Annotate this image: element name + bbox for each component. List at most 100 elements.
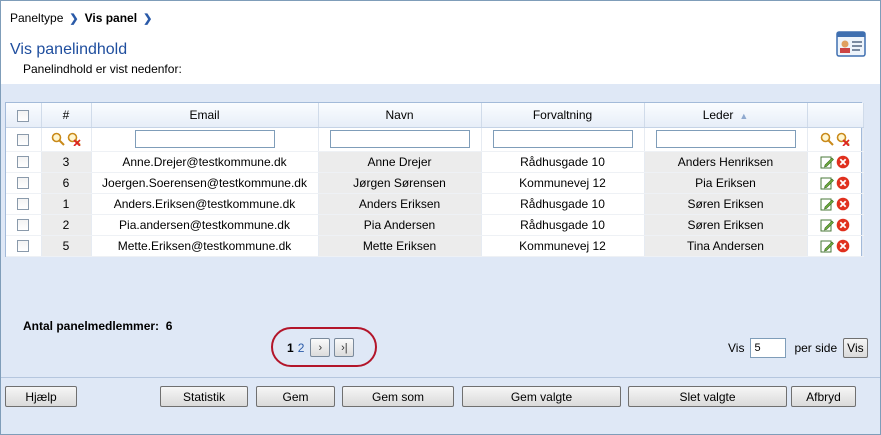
last-page-button[interactable]: ›| (334, 338, 355, 357)
help-button[interactable]: Hjælp (5, 386, 77, 407)
chevron-right-icon: › (318, 341, 323, 354)
grid-header-row: # Email Navn Forvaltning Leder ▲ (6, 103, 864, 128)
breadcrumb: Paneltype ❯ Vis panel ❯ (10, 11, 152, 25)
table-row[interactable]: 6 Joergen.Soerensen@testkommune.dk Jørgen … (6, 172, 864, 194)
breadcrumb-item-vis-panel: Vis panel (84, 11, 138, 25)
per-page-control: Vis per side Vis (728, 338, 868, 358)
row-forvaltning: Rådhusgade 10 (481, 193, 645, 215)
table-row[interactable]: 3 Anne.Drejer@testkommune.dk Anne Drejer Rå… (6, 151, 864, 173)
clear-filter-icon[interactable] (67, 132, 81, 147)
table-row[interactable]: 2 Pia.andersen@testkommune.dk Pia Andersen… (6, 214, 864, 236)
row-navn: Anne Drejer (318, 151, 482, 173)
delete-icon[interactable] (836, 218, 850, 232)
search-icon[interactable] (51, 132, 65, 147)
select-all-cell (6, 103, 42, 128)
delete-icon[interactable] (836, 197, 850, 211)
row-navn: Mette Eriksen (318, 235, 482, 257)
chevron-right-icon: ❯ (69, 12, 79, 25)
row-forvaltning: Kommunevej 12 (481, 235, 645, 257)
column-header-navn[interactable]: Navn (318, 103, 482, 128)
table-row[interactable]: 1 Anders.Eriksen@testkommune.dk Anders Eri… (6, 193, 864, 215)
row-email: Anders.Eriksen@testkommune.dk (91, 193, 319, 215)
row-actions (807, 172, 864, 194)
row-checkbox[interactable] (17, 198, 30, 211)
save-button[interactable]: Gem (256, 386, 335, 407)
page-subtitle: Panelindhold er vist nedenfor: (23, 62, 182, 76)
row-email: Pia.andersen@testkommune.dk (91, 214, 319, 236)
row-id: 1 (41, 193, 92, 215)
filter-forvaltning-input[interactable] (492, 130, 633, 148)
column-header-id[interactable]: # (41, 103, 92, 128)
button-bar: Hjælp Statistik Gem Gem som Gem valgte S… (1, 377, 880, 407)
row-checkbox[interactable] (17, 219, 30, 232)
panel-grid: # Email Navn Forvaltning Leder ▲ 3 Anne.… (5, 102, 864, 257)
cancel-button[interactable]: Afbryd (791, 386, 856, 407)
column-header-email[interactable]: Email (91, 103, 319, 128)
filter-row (6, 127, 864, 152)
per-page-suffix: per side (794, 341, 838, 355)
statistics-button[interactable]: Statistik (160, 386, 248, 407)
column-header-leder-cell[interactable]: Leder ▲ (644, 103, 808, 128)
row-email: Anne.Drejer@testkommune.dk (91, 151, 319, 173)
member-count-label: Antal panelmedlemmer: (23, 319, 160, 333)
row-actions (807, 235, 864, 257)
breadcrumb-item-paneltype[interactable]: Paneltype (10, 11, 63, 25)
row-id: 5 (41, 235, 92, 257)
row-leder: Søren Eriksen (644, 214, 808, 236)
row-id: 6 (41, 172, 92, 194)
chevron-right-icon: ❯ (143, 12, 153, 25)
header-panel: Paneltype ❯ Vis panel ❯ Vis panelindhold… (1, 1, 880, 84)
page-title: Vis panelindhold (10, 41, 128, 58)
current-page: 1 (287, 340, 294, 355)
delete-icon[interactable] (836, 239, 850, 253)
row-checkbox[interactable] (17, 177, 30, 190)
row-navn: Jørgen Sørensen (318, 172, 482, 194)
delete-selected-button[interactable]: Slet valgte (628, 386, 787, 407)
save-selected-button[interactable]: Gem valgte (462, 386, 621, 407)
next-page-button[interactable]: › (310, 338, 331, 357)
edit-icon[interactable] (820, 218, 834, 232)
row-leder: Søren Eriksen (644, 193, 808, 215)
filter-row-checkbox[interactable] (17, 133, 30, 146)
delete-icon[interactable] (836, 176, 850, 190)
row-checkbox[interactable] (17, 156, 30, 169)
row-actions (807, 193, 864, 215)
row-id: 3 (41, 151, 92, 173)
search-icon[interactable] (820, 132, 834, 147)
column-header-leder[interactable]: Leder (703, 108, 734, 122)
per-page-input[interactable] (750, 338, 787, 358)
column-header-forvaltning[interactable]: Forvaltning (481, 103, 645, 128)
filter-navn-input[interactable] (329, 130, 470, 148)
row-checkbox[interactable] (17, 240, 30, 253)
edit-icon[interactable] (820, 176, 834, 190)
row-email: Mette.Eriksen@testkommune.dk (91, 235, 319, 257)
member-count: Antal panelmedlemmer: 6 (23, 319, 172, 333)
row-navn: Anders Eriksen (318, 193, 482, 215)
member-count-value: 6 (165, 319, 173, 333)
select-all-checkbox[interactable] (17, 109, 30, 122)
save-as-button[interactable]: Gem som (342, 386, 454, 407)
last-page-icon: ›| (341, 341, 348, 354)
per-page-apply-button[interactable]: Vis (843, 338, 868, 358)
page-link-2[interactable]: 2 (298, 341, 305, 355)
row-leder: Tina Andersen (644, 235, 808, 257)
edit-icon[interactable] (820, 155, 834, 169)
sort-ascending-icon: ▲ (739, 110, 749, 121)
per-page-label: Vis (728, 341, 745, 355)
row-navn: Pia Andersen (318, 214, 482, 236)
row-email: Joergen.Soerensen@testkommune.dk (91, 172, 319, 194)
filter-leder-input[interactable] (655, 130, 796, 148)
edit-icon[interactable] (820, 197, 834, 211)
row-actions (807, 214, 864, 236)
row-id: 2 (41, 214, 92, 236)
edit-icon[interactable] (820, 239, 834, 253)
clear-filter-icon[interactable] (836, 132, 850, 147)
row-forvaltning: Rådhusgade 10 (481, 214, 645, 236)
row-leder: Anders Henriksen (644, 151, 808, 173)
pager: 1 2 › ›| (287, 338, 355, 357)
column-header-actions (807, 103, 864, 128)
row-actions (807, 151, 864, 173)
delete-icon[interactable] (836, 155, 850, 169)
table-row[interactable]: 5 Mette.Eriksen@testkommune.dk Mette Eriks… (6, 235, 864, 257)
filter-email-input[interactable] (134, 130, 275, 148)
